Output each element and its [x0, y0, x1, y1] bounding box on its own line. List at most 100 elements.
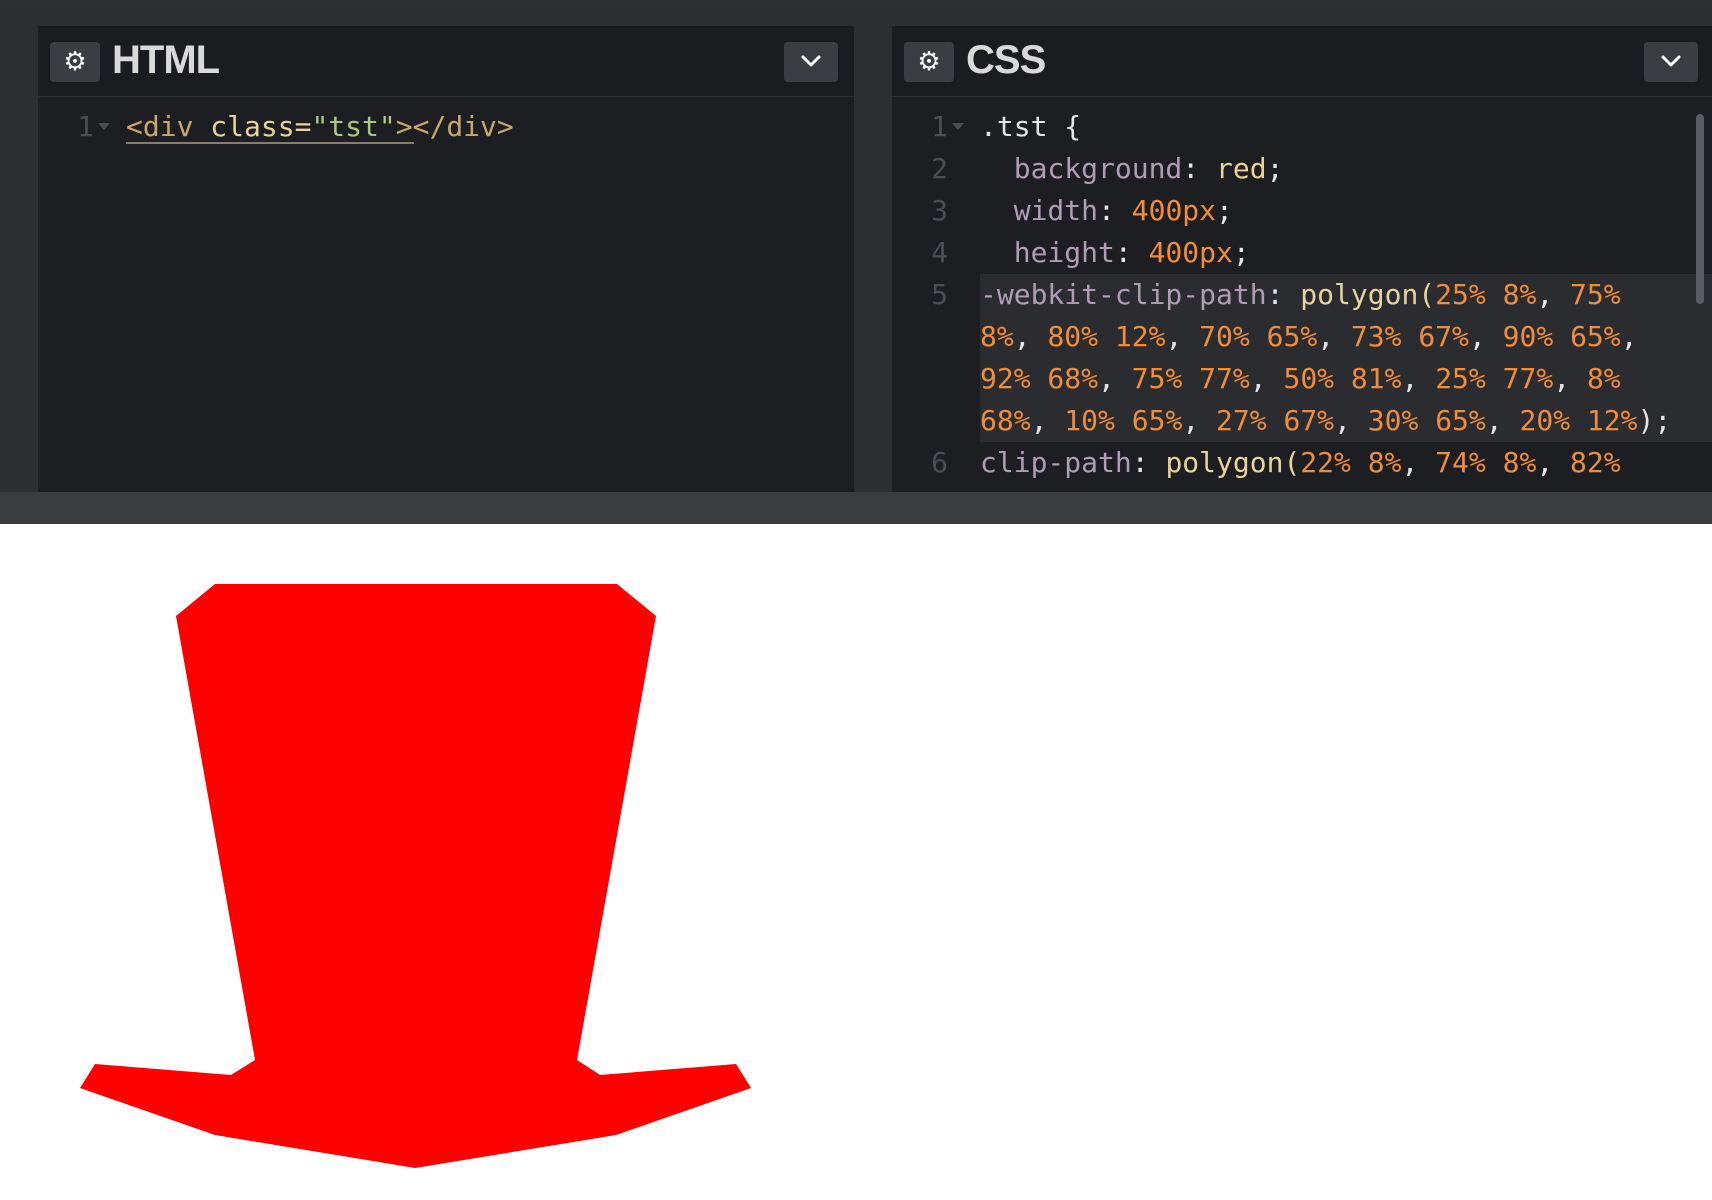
code-line: 1 .tst { [892, 106, 1712, 148]
line-number: 5 [931, 278, 948, 311]
code-token: , [1401, 362, 1436, 395]
css-pane-header: ⚙ CSS [892, 26, 1712, 97]
code-token: , [1249, 362, 1284, 395]
code-line: 8%, 80% 12%, 70% 65%, 73% 67%, 90% 65%, [892, 316, 1712, 358]
code-token: , [1553, 362, 1587, 395]
clipped-red-shape [80, 584, 751, 1168]
gear-icon: ⚙ [917, 47, 941, 77]
html-collapse-button[interactable] [784, 42, 838, 82]
code-token: .tst { [980, 110, 1082, 143]
code-token: 27% 67% [1216, 404, 1335, 437]
fold-arrow-icon[interactable] [952, 123, 964, 130]
html-pane-title: HTML [112, 38, 220, 82]
code-token: ; [1266, 152, 1284, 185]
chevron-down-icon [1661, 55, 1681, 67]
preview-area [0, 524, 1712, 1200]
code-line: 68%, 10% 65%, 27% 67%, 30% 65%, 20% 12%)… [892, 400, 1712, 442]
code-token: 90% 65% [1502, 320, 1621, 353]
code-token: : [1266, 278, 1301, 311]
code-text: clip-path: polygon(22% 8%, 74% 8%, 82% [980, 442, 1621, 484]
code-token: , [1485, 404, 1520, 437]
gear-icon: ⚙ [63, 47, 87, 77]
code-token: , [1334, 404, 1368, 437]
editors-container: ⚙ HTML 1 <div class="tst"></div> ⚙ CSS 1… [0, 10, 1712, 502]
code-line: 92% 68%, 75% 77%, 50% 81%, 25% 77%, 8% [892, 358, 1712, 400]
code-line: 5 -webkit-clip-path: polygon(25% 8%, 75% [892, 274, 1712, 316]
css-collapse-button[interactable] [1644, 42, 1698, 82]
editor-resize-bar[interactable] [0, 492, 1712, 524]
code-token: , [1536, 446, 1571, 479]
code-text: 8%, 80% 12%, 70% 65%, 73% 67%, 90% 65%, [980, 316, 1638, 358]
code-token: ; [1216, 194, 1233, 227]
css-settings-button[interactable]: ⚙ [904, 42, 954, 82]
code-text: width: 400px; [980, 190, 1233, 232]
code-token: 75% 77% [1131, 362, 1250, 395]
code-text: -webkit-clip-path: polygon(25% 8%, 75% [980, 274, 1621, 316]
css-code-editor[interactable]: 1 .tst { 2 background: red; 3 width: 400px;… [892, 98, 1712, 502]
code-token: 25% 8% [1435, 278, 1537, 311]
code-line: 4 height: 400px; [892, 232, 1712, 274]
css-scrollbar[interactable] [1696, 114, 1704, 304]
top-strip [0, 0, 1712, 10]
code-line: 2 background: red; [892, 148, 1712, 190]
code-token: , [1182, 404, 1217, 437]
code-token: , [1620, 320, 1638, 353]
code-token: 20% 12% [1519, 404, 1638, 437]
code-token: 25% 77% [1435, 362, 1554, 395]
code-token: 73% 67% [1350, 320, 1469, 353]
code-token: , [1030, 404, 1065, 437]
code-token: , [1401, 446, 1436, 479]
code-token: clip-path [980, 446, 1132, 479]
code-token: -webkit-clip-path [980, 278, 1267, 311]
code-token: 82% [1570, 446, 1621, 479]
code-token: red [1216, 152, 1267, 185]
code-line: 3 width: 400px; [892, 190, 1712, 232]
code-token: 74% 8% [1435, 446, 1537, 479]
html-code-editor[interactable]: 1 <div class="tst"></div> [38, 98, 854, 502]
code-token: 75% [1570, 278, 1621, 311]
code-text: background: red; [980, 148, 1284, 190]
code-token: : [1098, 194, 1132, 227]
code-token: 30% 65% [1367, 404, 1486, 437]
html-pane-header: ⚙ HTML [38, 26, 854, 97]
html-settings-button[interactable]: ⚙ [50, 42, 100, 82]
code-token: 50% 81% [1283, 362, 1402, 395]
code-token: 70% 65% [1199, 320, 1318, 353]
code-token: background [980, 152, 1183, 185]
css-pane-title: CSS [966, 38, 1046, 82]
code-token: 80% 12% [1047, 320, 1166, 353]
code-token: ; [1232, 236, 1250, 269]
css-editor-pane: ⚙ CSS 1 .tst { 2 background: red; 3 width: … [892, 26, 1712, 502]
code-token: polygon( [1300, 278, 1436, 311]
editor-area: ⚙ HTML 1 <div class="tst"></div> ⚙ CSS 1… [0, 0, 1712, 524]
code-token: ); [1637, 404, 1672, 437]
code-text: 68%, 10% 65%, 27% 67%, 30% 65%, 20% 12%)… [980, 400, 1671, 442]
fold-arrow-icon[interactable] [98, 123, 110, 130]
code-token: height [980, 236, 1115, 269]
html-editor-pane: ⚙ HTML 1 <div class="tst"></div> [38, 26, 854, 502]
code-token: , [1013, 320, 1048, 353]
code-token: : [1131, 446, 1166, 479]
code-token: 8% [980, 320, 1014, 353]
code-token: 8% [1586, 362, 1621, 395]
code-token: <div [126, 110, 194, 143]
code-token: 10% 65% [1064, 404, 1183, 437]
code-token: , [1536, 278, 1571, 311]
code-token: , [1317, 320, 1351, 353]
code-token: 400px [1131, 194, 1217, 227]
chevron-down-icon [801, 55, 821, 67]
code-text: .tst { [980, 106, 1081, 148]
line-number: 1 [77, 110, 94, 143]
code-token: 400px [1148, 236, 1233, 269]
code-text: height: 400px; [980, 232, 1250, 274]
code-text: 92% 68%, 75% 77%, 50% 81%, 25% 77%, 8% [980, 358, 1621, 400]
code-token: , [1165, 320, 1200, 353]
code-token: : [1182, 152, 1217, 185]
line-number: 6 [931, 446, 948, 479]
line-number: 1 [931, 110, 948, 143]
line-number: 4 [931, 236, 948, 269]
code-line: 6 clip-path: polygon(22% 8%, 74% 8%, 82% [892, 442, 1712, 484]
code-token: polygon( [1165, 446, 1301, 479]
code-token: width [980, 194, 1099, 227]
